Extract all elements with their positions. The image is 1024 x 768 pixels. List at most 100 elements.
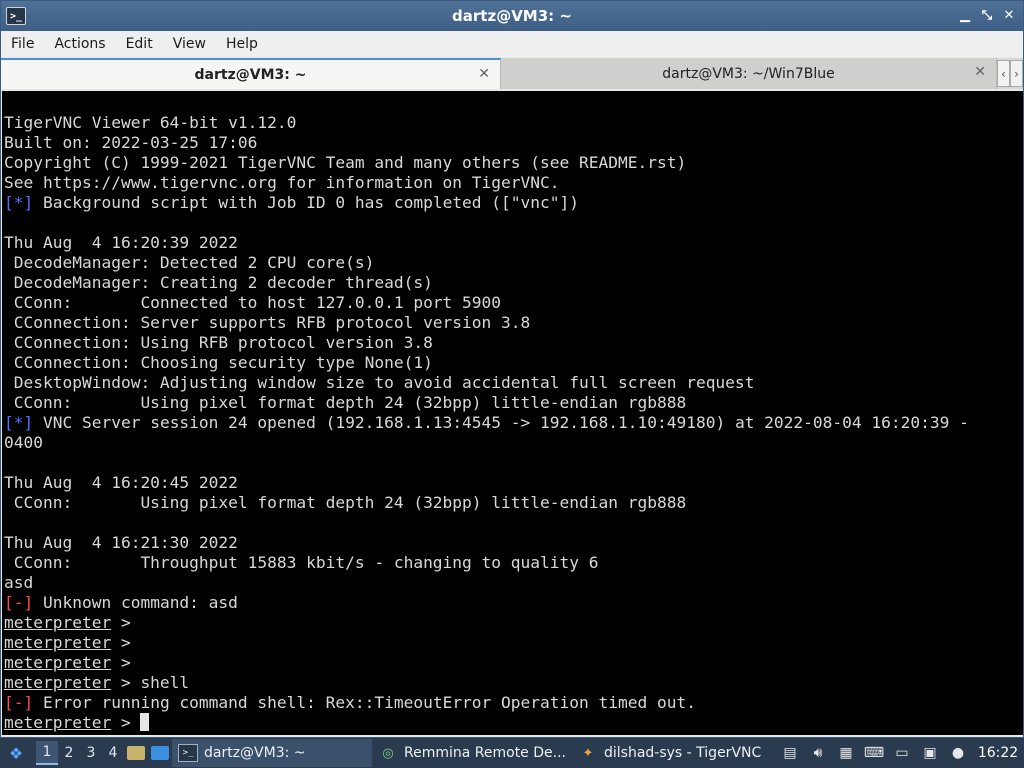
terminal-line: DecodeManager: Creating 2 decoder thread… (4, 273, 1023, 293)
terminal-window: >_ dartz@VM3: ~ ▁ ⤡ ✕ File Actions Edit … (0, 0, 1024, 738)
minimize-icon[interactable]: ▁ (957, 7, 973, 23)
terminal-line: asd (4, 573, 1023, 593)
menu-edit[interactable]: Edit (116, 36, 163, 52)
line-text: CConn: Using pixel format depth 24 (32bp… (4, 393, 687, 412)
terminal-line: TigerVNC Viewer 64-bit v1.12.0 (4, 113, 1023, 133)
clipboard-icon[interactable]: ▤ (776, 739, 804, 767)
workspace-3[interactable]: 3 (80, 741, 102, 765)
terminal-line: CConn: Using pixel format depth 24 (32bp… (4, 493, 1023, 513)
terminal-line: DecodeManager: Detected 2 CPU core(s) (4, 253, 1023, 273)
line-text: > shell (111, 673, 190, 692)
terminal-line: Thu Aug 4 16:20:39 2022 (4, 233, 1023, 253)
maximize-icon[interactable]: ⤡ (979, 7, 995, 23)
terminal-line: [*] Background script with Job ID 0 has … (4, 193, 1023, 213)
terminal-line: meterpreter > (4, 613, 1023, 633)
prompt-text: meterpreter (4, 633, 112, 652)
notification-icon[interactable]: ▣ (916, 739, 944, 767)
terminal-line: Thu Aug 4 16:21:30 2022 (4, 533, 1023, 553)
line-text: CConn: Connected to host 127.0.0.1 port … (4, 293, 502, 312)
network-icon[interactable]: ▭ (888, 739, 916, 767)
workspace-2[interactable]: 2 (58, 741, 80, 765)
line-text: 0400 (4, 433, 43, 452)
terminal-line: Copyright (C) 1999-2021 TigerVNC Team an… (4, 153, 1023, 173)
line-text: Error running command shell: Rex::Timeou… (33, 693, 696, 712)
line-text: TigerVNC Viewer 64-bit v1.12.0 (4, 113, 297, 132)
power-icon[interactable]: ● (944, 739, 972, 767)
workspace-4[interactable]: 4 (102, 741, 124, 765)
line-text: > (111, 633, 131, 652)
tab-win7blue[interactable]: dartz@VM3: ~/Win7Blue ✕ (501, 58, 997, 89)
terminal-line: CConnection: Using RFB protocol version … (4, 333, 1023, 353)
menu-help[interactable]: Help (216, 36, 268, 52)
tab-label: dartz@VM3: ~ (194, 66, 307, 83)
prompt-text: meterpreter (4, 613, 112, 632)
tab-bar: dartz@VM3: ~ ✕ dartz@VM3: ~/Win7Blue ✕ ‹… (1, 58, 1023, 89)
terminal-line: [*] VNC Server session 24 opened (192.16… (4, 413, 1023, 433)
notes-icon[interactable]: ▦ (832, 739, 860, 767)
menu-bar: File Actions Edit View Help (1, 31, 1023, 57)
line-text: CConnection: Using RFB protocol version … (4, 333, 433, 352)
close-icon[interactable]: ✕ (478, 66, 490, 82)
task-tigervnc[interactable]: ✦ dilshad-sys - TigerVNC (572, 739, 772, 767)
title-bar[interactable]: >_ dartz@VM3: ~ ▁ ⤡ ✕ (1, 1, 1023, 31)
menu-actions[interactable]: Actions (44, 36, 115, 52)
line-text: DecodeManager: Detected 2 CPU core(s) (4, 253, 375, 272)
line-text: Thu Aug 4 16:20:39 2022 (4, 233, 238, 252)
status-marker: [*] (4, 193, 34, 212)
terminal-line: See https://www.tigervnc.org for informa… (4, 173, 1023, 193)
system-tray: ▤ 🔊︎ ▦ ⌨ ▭ ▣ ● 16:22 (776, 738, 1024, 768)
task-terminal[interactable]: >_ dartz@VM3: ~ (172, 739, 372, 767)
line-text: Thu Aug 4 16:21:30 2022 (4, 533, 238, 552)
task-label: dilshad-sys - TigerVNC (604, 745, 762, 761)
tab-home[interactable]: dartz@VM3: ~ ✕ (1, 58, 501, 89)
menu-view[interactable]: View (163, 36, 216, 52)
terminal-line: Built on: 2022-03-25 17:06 (4, 133, 1023, 153)
terminal-line: meterpreter > (4, 653, 1023, 673)
start-menu-icon[interactable]: ❖ (4, 742, 28, 764)
terminal-line: [-] Unknown command: asd (4, 593, 1023, 613)
line-text: Thu Aug 4 16:20:45 2022 (4, 473, 238, 492)
line-text: asd (4, 573, 34, 592)
task-remmina[interactable]: ◎ Remmina Remote De... (372, 739, 572, 767)
workspace-1[interactable]: 1 (36, 741, 58, 765)
terminal-line: Thu Aug 4 16:20:45 2022 (4, 473, 1023, 493)
terminal-output[interactable]: TigerVNC Viewer 64-bit v1.12.0 Built on: … (2, 91, 1023, 735)
line-text: Unknown command: asd (33, 593, 238, 612)
menu-file[interactable]: File (1, 36, 44, 52)
clock[interactable]: 16:22 (972, 745, 1024, 761)
line-text: CConn: Throughput 15883 kbit/s - changin… (4, 553, 599, 572)
line-text: > (111, 613, 131, 632)
terminal-line: CConn: Using pixel format depth 24 (32bp… (4, 393, 1023, 413)
terminal-icon[interactable]: >_ (6, 7, 26, 25)
terminal-line: meterpreter > (4, 633, 1023, 653)
line-text: DecodeManager: Creating 2 decoder thread… (4, 273, 433, 292)
text-cursor (140, 713, 150, 731)
file-manager-icon[interactable] (124, 741, 148, 765)
close-icon[interactable]: ✕ (974, 64, 986, 80)
terminal-line: CConn: Connected to host 127.0.0.1 port … (4, 293, 1023, 313)
line-text: VNC Server session 24 opened (192.168.1.… (33, 413, 969, 432)
terminal-icon: >_ (178, 744, 198, 762)
line-text: > (111, 653, 131, 672)
scroll-left-icon[interactable]: ‹ (997, 60, 1010, 87)
keyboard-icon[interactable]: ⌨ (860, 739, 888, 767)
line-text: Background script with Job ID 0 has comp… (33, 193, 580, 212)
prompt-text: meterpreter (4, 673, 112, 692)
tab-label: dartz@VM3: ~/Win7Blue (662, 65, 835, 82)
scroll-right-icon[interactable]: › (1010, 60, 1023, 87)
close-icon[interactable]: ✕ (1001, 7, 1017, 23)
line-text: CConnection: Server supports RFB protoco… (4, 313, 531, 332)
tigervnc-icon: ✦ (582, 745, 594, 761)
show-desktop-icon[interactable] (148, 741, 172, 765)
prompt-text: meterpreter (4, 713, 112, 732)
line-text: Copyright (C) 1999-2021 TigerVNC Team an… (4, 153, 687, 172)
line-text: Built on: 2022-03-25 17:06 (4, 133, 258, 152)
window-title: dartz@VM3: ~ (452, 7, 572, 25)
volume-icon[interactable]: 🔊︎ (804, 739, 832, 767)
line-text: CConn: Using pixel format depth 24 (32bp… (4, 493, 687, 512)
task-label: dartz@VM3: ~ (204, 745, 306, 761)
terminal-line: 0400 (4, 433, 1023, 453)
